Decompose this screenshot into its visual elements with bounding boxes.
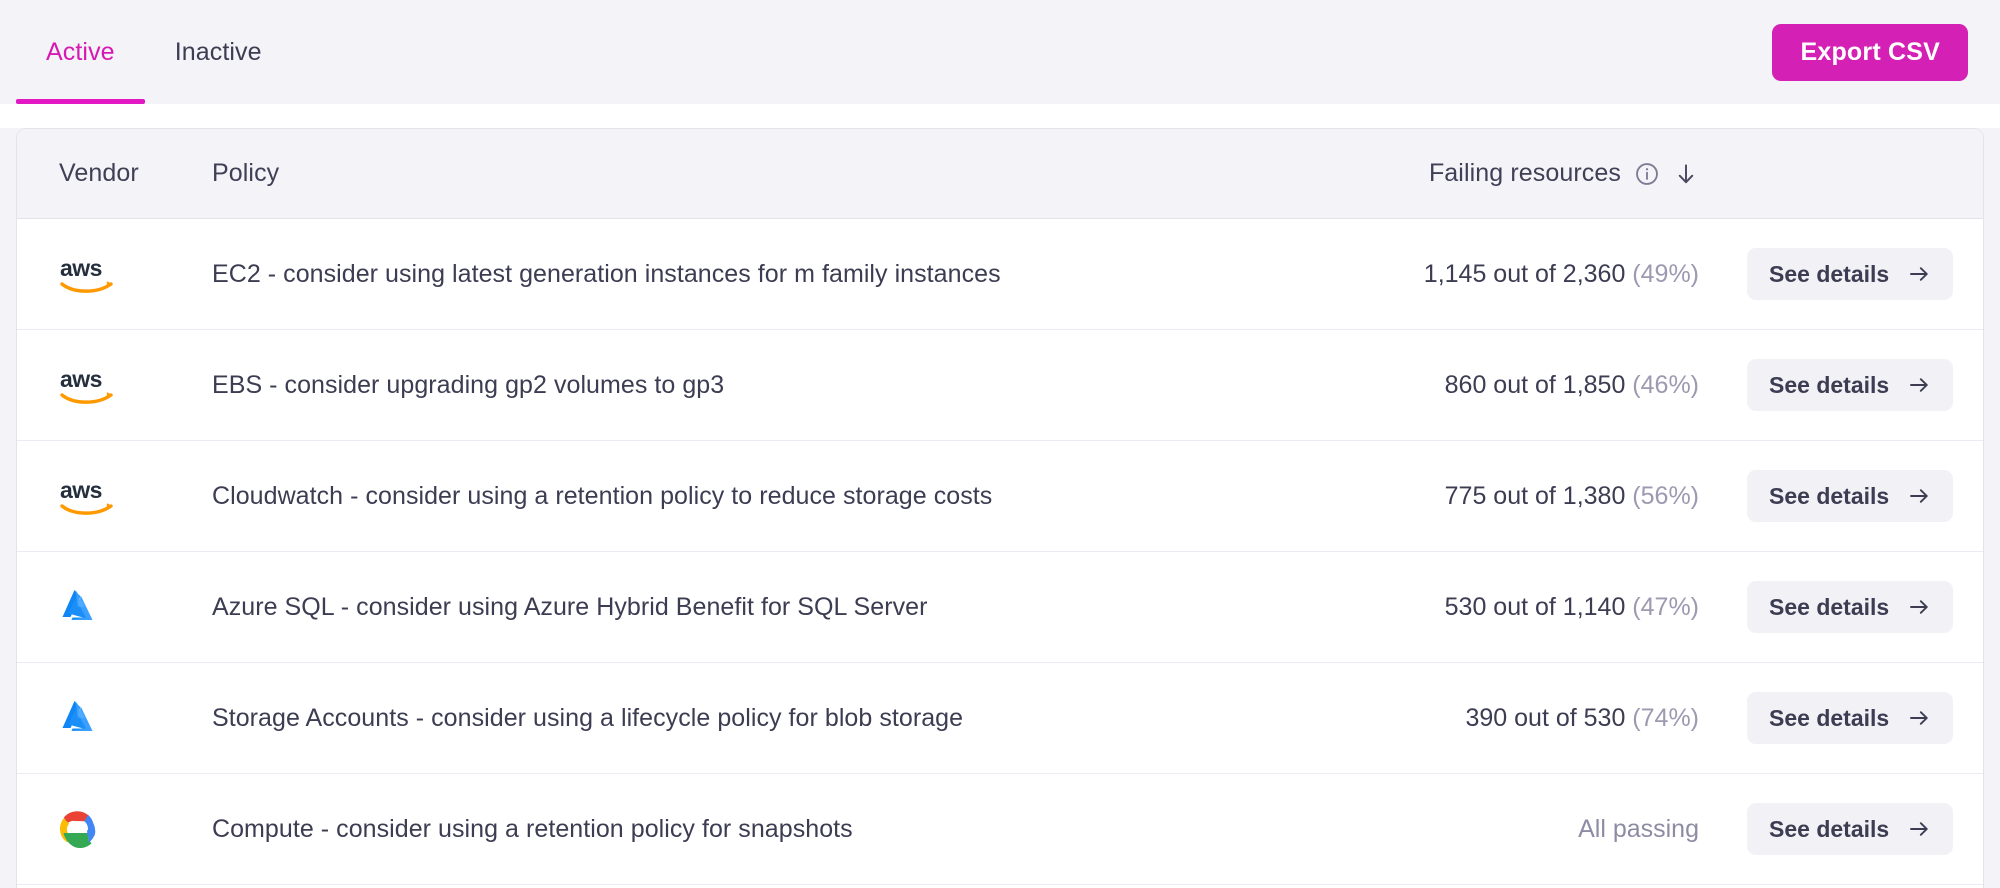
row-actions-cell: See details: [1723, 470, 1983, 522]
failing-resources-percent: (47%): [1625, 593, 1699, 621]
tab-bar: Active Inactive Export CSV: [0, 0, 2000, 104]
info-circle-icon[interactable]: [1634, 161, 1660, 187]
policy-cell: Compute - consider using a retention pol…: [172, 815, 1293, 844]
see-details-label: See details: [1769, 596, 1889, 619]
policy-name: Compute - consider using a retention pol…: [212, 815, 853, 843]
policy-name: Azure SQL - consider using Azure Hybrid …: [212, 593, 927, 621]
failing-resources-count: 1,145 out of 2,360: [1424, 260, 1626, 288]
arrow-right-icon: [1907, 262, 1931, 286]
vendor-cell: aws: [17, 365, 172, 405]
see-details-button[interactable]: See details: [1747, 581, 1953, 633]
table-row[interactable]: aws Cloudwatch - consider using a retent…: [17, 441, 1983, 552]
aws-logo: aws: [59, 365, 117, 405]
column-header-failing-label: Failing resources: [1429, 159, 1621, 188]
failing-resources-percent: (74%): [1625, 704, 1699, 732]
table-body: aws EC2 - consider using latest generati…: [17, 219, 1983, 885]
see-details-button[interactable]: See details: [1747, 692, 1953, 744]
azure-logo: [59, 587, 101, 627]
all-passing-status: All passing: [1578, 815, 1699, 843]
policies-table: Vendor Policy Failing resources: [16, 128, 1984, 888]
tab-list: Active Inactive: [16, 0, 292, 104]
policy-name: EBS - consider upgrading gp2 volumes to …: [212, 371, 724, 399]
toolbar-actions: Export CSV: [1772, 0, 1984, 104]
see-details-label: See details: [1769, 485, 1889, 508]
policy-name: Storage Accounts - consider using a life…: [212, 704, 963, 732]
arrow-right-icon: [1907, 706, 1931, 730]
tab-inactive[interactable]: Inactive: [145, 0, 292, 104]
row-actions-cell: See details: [1723, 248, 1983, 300]
see-details-label: See details: [1769, 818, 1889, 841]
policy-name: Cloudwatch - consider using a retention …: [212, 482, 992, 510]
table-row[interactable]: aws EBS - consider upgrading gp2 volumes…: [17, 330, 1983, 441]
arrow-right-icon: [1907, 817, 1931, 841]
tab-active[interactable]: Active: [16, 0, 145, 104]
failing-resources-percent: (49%): [1625, 260, 1699, 288]
export-csv-button[interactable]: Export CSV: [1772, 24, 1968, 81]
arrow-right-icon: [1907, 484, 1931, 508]
see-details-button[interactable]: See details: [1747, 359, 1953, 411]
failing-resources-percent: (46%): [1625, 371, 1699, 399]
table-row[interactable]: aws EC2 - consider using latest generati…: [17, 219, 1983, 330]
svg-text:aws: aws: [60, 477, 102, 503]
see-details-button[interactable]: See details: [1747, 803, 1953, 855]
see-details-label: See details: [1769, 263, 1889, 286]
sort-descending-arrow-icon[interactable]: [1673, 161, 1699, 187]
see-details-label: See details: [1769, 374, 1889, 397]
vendor-cell: [17, 587, 172, 627]
failing-resources-percent: (56%): [1625, 482, 1699, 510]
svg-text:aws: aws: [60, 366, 102, 392]
tab-active-label: Active: [46, 38, 115, 67]
google-cloud-logo: [59, 809, 103, 849]
failing-resources-cell: 1,145 out of 2,360 (49%): [1293, 260, 1723, 289]
arrow-right-icon: [1907, 373, 1931, 397]
svg-text:aws: aws: [60, 255, 102, 281]
azure-logo: [59, 698, 101, 738]
aws-logo: aws: [59, 476, 117, 516]
failing-resources-count: 775 out of 1,380: [1445, 482, 1626, 510]
table-row[interactable]: Compute - consider using a retention pol…: [17, 774, 1983, 885]
failing-resources-count: 390 out of 530: [1465, 704, 1625, 732]
row-actions-cell: See details: [1723, 692, 1983, 744]
row-actions-cell: See details: [1723, 803, 1983, 855]
vendor-cell: [17, 809, 172, 849]
column-header-policy[interactable]: Policy: [172, 159, 1293, 188]
column-header-failing-resources[interactable]: Failing resources: [1293, 159, 1723, 188]
row-actions-cell: See details: [1723, 581, 1983, 633]
tab-inactive-label: Inactive: [175, 38, 262, 67]
failing-resources-cell: 390 out of 530 (74%): [1293, 704, 1723, 733]
failing-resources-count: 530 out of 1,140: [1445, 593, 1626, 621]
table-row[interactable]: Storage Accounts - consider using a life…: [17, 663, 1983, 774]
failing-resources-cell: 775 out of 1,380 (56%): [1293, 482, 1723, 511]
column-header-vendor[interactable]: Vendor: [17, 159, 172, 188]
table-header-row: Vendor Policy Failing resources: [17, 129, 1983, 219]
table-row[interactable]: Azure SQL - consider using Azure Hybrid …: [17, 552, 1983, 663]
policy-name: EC2 - consider using latest generation i…: [212, 260, 1001, 288]
policy-cell: EC2 - consider using latest generation i…: [172, 260, 1293, 289]
aws-logo: aws: [59, 254, 117, 294]
see-details-label: See details: [1769, 707, 1889, 730]
policy-cell: EBS - consider upgrading gp2 volumes to …: [172, 371, 1293, 400]
content-spacer: [0, 104, 2000, 128]
arrow-right-icon: [1907, 595, 1931, 619]
failing-resources-cell: 530 out of 1,140 (47%): [1293, 593, 1723, 622]
see-details-button[interactable]: See details: [1747, 470, 1953, 522]
failing-resources-count: 860 out of 1,850: [1445, 371, 1626, 399]
vendor-cell: aws: [17, 476, 172, 516]
failing-resources-cell: All passing: [1293, 815, 1723, 844]
policy-cell: Cloudwatch - consider using a retention …: [172, 482, 1293, 511]
row-actions-cell: See details: [1723, 359, 1983, 411]
see-details-button[interactable]: See details: [1747, 248, 1953, 300]
policy-cell: Azure SQL - consider using Azure Hybrid …: [172, 593, 1293, 622]
failing-resources-cell: 860 out of 1,850 (46%): [1293, 371, 1723, 400]
vendor-cell: [17, 698, 172, 738]
policy-cell: Storage Accounts - consider using a life…: [172, 704, 1293, 733]
vendor-cell: aws: [17, 254, 172, 294]
